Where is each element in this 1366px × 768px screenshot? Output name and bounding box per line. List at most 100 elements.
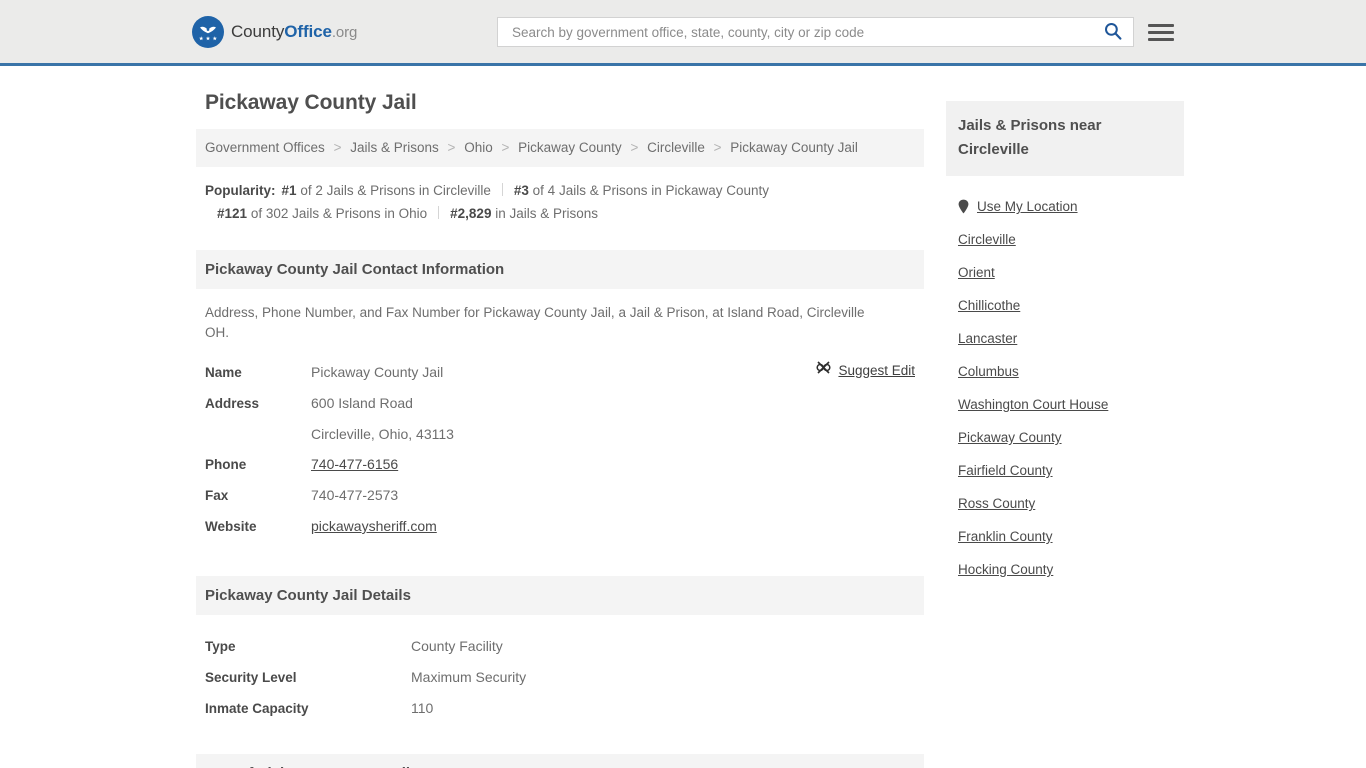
details-row-key: Inmate Capacity bbox=[205, 701, 309, 716]
sidebar-item-washington-court-house[interactable]: Washington Court House bbox=[946, 388, 1184, 421]
popularity-entry: #1 of 2 Jails & Prisons in Circleville bbox=[282, 183, 491, 198]
details-info-table: Type County Facility Security Level Maxi… bbox=[196, 631, 924, 724]
site-logo-text: CountyOffice.org bbox=[231, 22, 357, 42]
popularity-label: Popularity: bbox=[205, 183, 276, 198]
logo-text-office: Office bbox=[284, 21, 332, 41]
sidebar-item-orient[interactable]: Orient bbox=[946, 256, 1184, 289]
contact-row-value: 740-477-6156 bbox=[311, 449, 398, 479]
breadcrumb-separator: > bbox=[713, 140, 722, 155]
breadcrumb-separator: > bbox=[333, 140, 342, 155]
details-row-inmate-capacity: Inmate Capacity 110 bbox=[205, 693, 915, 724]
breadcrumb-item-jails-prisons[interactable]: Jails & Prisons bbox=[350, 140, 439, 155]
breadcrumb-item-pickaway-county[interactable]: Pickaway County bbox=[518, 140, 622, 155]
site-logo[interactable]: CountyOffice.org bbox=[192, 15, 357, 48]
hamburger-menu-icon[interactable] bbox=[1148, 23, 1174, 41]
breadcrumb-separator: > bbox=[501, 140, 510, 155]
search-input[interactable] bbox=[510, 18, 1101, 46]
breadcrumb-separator: > bbox=[630, 140, 639, 155]
sidebar-link-label[interactable]: Hocking County bbox=[958, 562, 1053, 577]
details-row-value: County Facility bbox=[411, 638, 503, 654]
contact-row-key: Fax bbox=[205, 488, 229, 503]
contact-row-value: 600 Island Road bbox=[311, 395, 413, 411]
contact-section-intro: Address, Phone Number, and Fax Number fo… bbox=[205, 305, 865, 340]
popularity-divider bbox=[438, 206, 440, 219]
contact-info-table: Suggest Edit Name Pickaway County Jail A… bbox=[196, 357, 924, 542]
contact-row-address-line2: Circleville, Ohio, 43113 bbox=[205, 419, 915, 449]
logo-text-county: County bbox=[231, 21, 285, 41]
search-box[interactable] bbox=[497, 17, 1134, 47]
details-row-key: Security Level bbox=[205, 670, 297, 685]
sidebar-link-label[interactable]: Chillicothe bbox=[958, 298, 1020, 313]
suggest-edit-button[interactable]: Suggest Edit bbox=[816, 360, 915, 380]
contact-row-fax: Fax 740-477-2573 bbox=[205, 480, 915, 511]
popularity-text: of 2 Jails & Prisons in Circleville bbox=[300, 183, 491, 198]
sidebar-item-circleville[interactable]: Circleville bbox=[946, 223, 1184, 256]
sidebar-link-label[interactable]: Circleville bbox=[958, 232, 1016, 247]
page-body: Pickaway County Jail Government Offices … bbox=[0, 66, 1366, 768]
sidebar-item-lancaster[interactable]: Lancaster bbox=[946, 322, 1184, 355]
sidebar-item-hocking-county[interactable]: Hocking County bbox=[946, 553, 1184, 586]
popularity-entry: #3 of 4 Jails & Prisons in Pickaway Coun… bbox=[514, 183, 769, 198]
sidebar-link-label[interactable]: Washington Court House bbox=[958, 397, 1108, 412]
popularity-entry: #121 of 302 Jails & Prisons in Ohio bbox=[217, 206, 427, 221]
sidebar-item-use-my-location[interactable]: Use My Location bbox=[946, 190, 1184, 223]
details-row-value: 110 bbox=[411, 700, 434, 716]
sidebar-heading: Jails & Prisons near Circleville bbox=[946, 101, 1184, 176]
sidebar-link-label[interactable]: Fairfield County bbox=[958, 463, 1053, 478]
contact-row-value: Circleville, Ohio, 43113 bbox=[311, 426, 454, 442]
popularity-line-1: Popularity: #1 of 2 Jails & Prisons in Ci… bbox=[205, 179, 915, 202]
contact-row-value: Pickaway County Jail bbox=[311, 364, 444, 380]
details-row-security-level: Security Level Maximum Security bbox=[205, 662, 915, 693]
breadcrumb-item-government-offices[interactable]: Government Offices bbox=[205, 140, 325, 155]
sidebar-link-label[interactable]: Orient bbox=[958, 265, 995, 280]
breadcrumb-item-ohio[interactable]: Ohio bbox=[464, 140, 493, 155]
sidebar-link-label[interactable]: Lancaster bbox=[958, 331, 1017, 346]
search-area bbox=[497, 17, 1174, 47]
sidebar: Jails & Prisons near Circleville Use My … bbox=[946, 66, 1184, 586]
sidebar-item-ross-county[interactable]: Ross County bbox=[946, 487, 1184, 520]
sidebar-item-columbus[interactable]: Columbus bbox=[946, 355, 1184, 388]
sidebar-item-chillicothe[interactable]: Chillicothe bbox=[946, 289, 1184, 322]
contact-row-value: 740-477-2573 bbox=[311, 487, 399, 503]
eagle-shield-logo-icon bbox=[192, 15, 224, 48]
breadcrumb-item-circleville[interactable]: Circleville bbox=[647, 140, 705, 155]
popularity-entry: #2,829 in Jails & Prisons bbox=[450, 206, 598, 221]
contact-row-key: Name bbox=[205, 365, 242, 380]
sidebar-item-pickaway-county[interactable]: Pickaway County bbox=[946, 421, 1184, 454]
contact-section-heading: Pickaway County Jail Contact Information bbox=[196, 250, 924, 289]
popularity-rank: #121 bbox=[217, 206, 248, 221]
popularity-text: in Jails & Prisons bbox=[495, 206, 599, 221]
use-my-location-link[interactable]: Use My Location bbox=[977, 199, 1078, 214]
contact-row-key: Phone bbox=[205, 457, 247, 472]
sidebar-link-label[interactable]: Ross County bbox=[958, 496, 1035, 511]
sidebar-item-fairfield-county[interactable]: Fairfield County bbox=[946, 454, 1184, 487]
map-pin-icon bbox=[958, 199, 969, 214]
contact-row-phone: Phone 740-477-6156 bbox=[205, 449, 915, 480]
hamburger-bar bbox=[1148, 30, 1174, 34]
contact-row-name: Name Pickaway County Jail bbox=[205, 357, 915, 388]
logo-text-org: .org bbox=[331, 23, 358, 41]
sidebar-link-label[interactable]: Columbus bbox=[958, 364, 1019, 379]
search-button[interactable] bbox=[1101, 21, 1125, 44]
edit-pencil-icon bbox=[816, 360, 831, 380]
site-header: CountyOffice.org bbox=[0, 0, 1366, 66]
popularity-divider bbox=[501, 183, 503, 196]
popularity-text: of 4 Jails & Prisons in Pickaway County bbox=[532, 183, 770, 198]
breadcrumb-item-current: Pickaway County Jail bbox=[730, 140, 858, 155]
popularity-rank: #3 bbox=[513, 183, 529, 198]
hamburger-bar bbox=[1148, 23, 1174, 27]
suggest-edit-label[interactable]: Suggest Edit bbox=[838, 363, 915, 378]
breadcrumb: Government Offices > Jails & Prisons > O… bbox=[196, 129, 924, 167]
hamburger-bar bbox=[1148, 37, 1174, 41]
popularity-rank: #2,829 bbox=[450, 206, 492, 221]
sidebar-item-franklin-county[interactable]: Franklin County bbox=[946, 520, 1184, 553]
sidebar-links: Use My Location Circleville Orient Chill… bbox=[946, 190, 1184, 586]
breadcrumb-separator: > bbox=[447, 140, 456, 155]
details-section-heading: Pickaway County Jail Details bbox=[196, 576, 924, 615]
phone-link[interactable]: 740-477-6156 bbox=[311, 456, 398, 472]
sidebar-link-label[interactable]: Franklin County bbox=[958, 529, 1053, 544]
contact-row-website: Website pickawaysheriff.com bbox=[205, 511, 915, 542]
website-link[interactable]: pickawaysheriff.com bbox=[311, 518, 437, 534]
sidebar-link-label[interactable]: Pickaway County bbox=[958, 430, 1062, 445]
contact-row-address: Address 600 Island Road bbox=[205, 388, 915, 419]
